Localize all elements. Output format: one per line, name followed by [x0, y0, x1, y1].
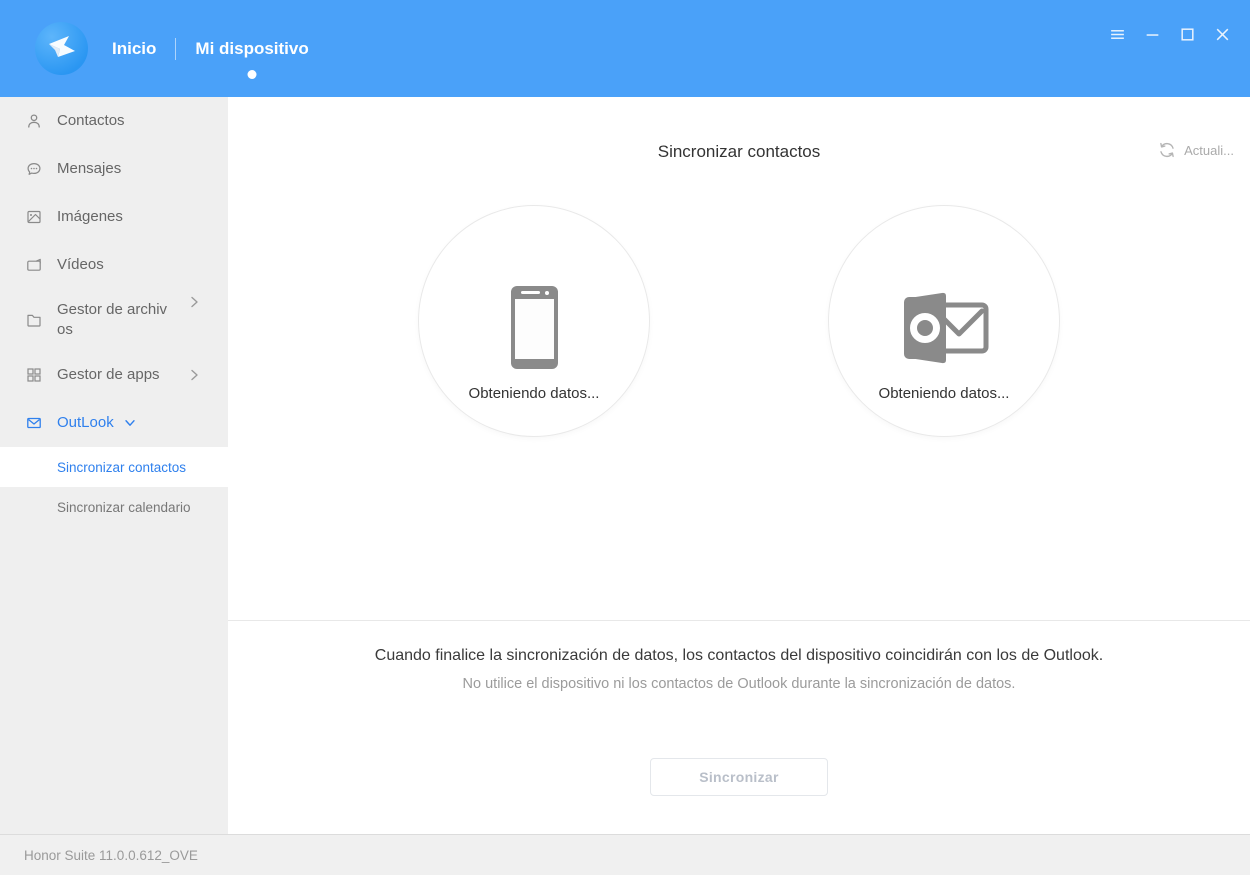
tab-inicio[interactable]: Inicio	[110, 0, 158, 97]
sidebar-item-label: OutLook	[57, 413, 114, 433]
minimize-button[interactable]	[1140, 22, 1164, 46]
close-icon	[1214, 26, 1231, 43]
tab-mi-dispositivo-label: Mi dispositivo	[195, 39, 308, 59]
sidebar-item-gestor-apps[interactable]: Gestor de apps	[0, 351, 228, 399]
chevron-right-icon	[186, 367, 202, 383]
device-status-text: Obteniendo datos...	[469, 385, 600, 402]
hamburger-icon	[1109, 26, 1126, 43]
sidebar: Contactos Mensajes	[0, 97, 228, 834]
note-secondary: No utilice el dispositivo ni los contact…	[228, 674, 1250, 694]
tab-mi-dispositivo[interactable]: Mi dispositivo	[193, 0, 310, 97]
minimize-icon	[1144, 26, 1161, 43]
sync-circles: Obteniendo datos... Obteniendo datos...	[228, 205, 1250, 437]
sidebar-item-label: Gestor de archivos	[57, 300, 169, 340]
maximize-icon	[1179, 26, 1196, 43]
header-tabs: Inicio Mi dispositivo	[110, 0, 311, 97]
phone-screen	[515, 299, 554, 359]
page-title: Sincronizar contactos	[228, 141, 1250, 163]
tab-inicio-label: Inicio	[112, 39, 156, 59]
window-controls	[1094, 22, 1234, 46]
sync-notes: Cuando finalice la sincronización de dat…	[228, 621, 1250, 694]
phone-camera-dot	[545, 291, 549, 295]
sincronizar-button[interactable]: Sincronizar	[650, 758, 828, 796]
contacts-icon	[26, 113, 42, 129]
sidebar-item-contactos[interactable]: Contactos	[0, 97, 228, 145]
active-tab-indicator	[248, 70, 257, 79]
outlook-mail-icon	[26, 415, 42, 431]
refresh-icon	[1158, 141, 1176, 159]
close-button[interactable]	[1210, 22, 1234, 46]
refresh-label: Actuali...	[1184, 143, 1234, 158]
statusbar: Honor Suite 11.0.0.612_OVE	[0, 834, 1250, 875]
sidebar-item-outlook[interactable]: OutLook	[0, 399, 228, 447]
titlebar: Inicio Mi dispositivo	[0, 0, 1250, 97]
sidebar-item-label: Contactos	[57, 111, 169, 131]
main-panel: Sincronizar contactos Actuali...	[228, 97, 1250, 834]
app-window: Inicio Mi dispositivo	[0, 0, 1250, 875]
sidebar-subitem-label: Sincronizar calendario	[57, 500, 191, 515]
app-logo	[35, 22, 88, 75]
sidebar-subitem-label: Sincronizar contactos	[57, 460, 186, 475]
messages-icon	[26, 161, 42, 177]
sidebar-item-mensajes[interactable]: Mensajes	[0, 145, 228, 193]
phone-speaker	[521, 291, 540, 294]
videos-icon	[26, 257, 42, 273]
sidebar-subitem-sincronizar-contactos[interactable]: Sincronizar contactos	[0, 447, 228, 487]
menu-button[interactable]	[1105, 22, 1129, 46]
sidebar-item-videos[interactable]: Vídeos	[0, 241, 228, 289]
app-version-text: Honor Suite 11.0.0.612_OVE	[24, 848, 198, 863]
sidebar-item-label: Gestor de apps	[57, 365, 169, 385]
outlook-logo-icon	[898, 286, 990, 369]
chevron-right-icon	[186, 294, 202, 310]
phone-icon	[511, 286, 558, 369]
maximize-button[interactable]	[1175, 22, 1199, 46]
refresh-button[interactable]: Actuali...	[1158, 141, 1234, 159]
device-circle: Obteniendo datos...	[418, 205, 650, 437]
app-manager-icon	[26, 367, 42, 383]
paper-plane-icon	[45, 32, 79, 66]
chevron-down-icon	[123, 416, 137, 430]
outlook-status-text: Obteniendo datos...	[879, 385, 1010, 402]
sidebar-item-label: Mensajes	[57, 159, 169, 179]
tab-separator	[175, 38, 176, 60]
file-manager-icon	[26, 312, 42, 328]
note-primary: Cuando finalice la sincronización de dat…	[228, 645, 1250, 667]
button-row: Sincronizar	[228, 758, 1250, 796]
sidebar-subitem-sincronizar-calendario[interactable]: Sincronizar calendario	[0, 487, 228, 527]
sidebar-item-gestor-archivos[interactable]: Gestor de archivos	[0, 289, 228, 351]
sidebar-item-label: Imágenes	[57, 207, 169, 227]
images-icon	[26, 209, 42, 225]
outlook-circle: Obteniendo datos...	[828, 205, 1060, 437]
sidebar-item-label: Vídeos	[57, 255, 169, 275]
sidebar-item-imagenes[interactable]: Imágenes	[0, 193, 228, 241]
content-row: Contactos Mensajes	[0, 97, 1250, 834]
